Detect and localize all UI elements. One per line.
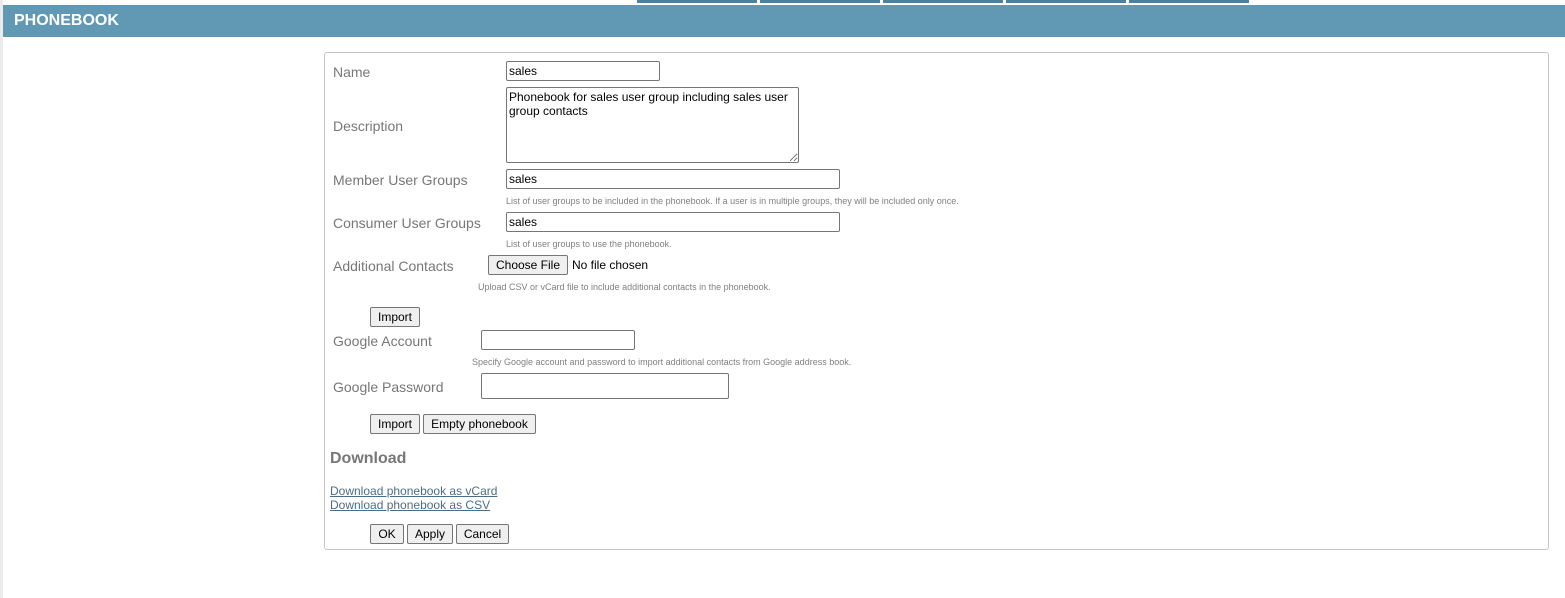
empty-phonebook-button[interactable]: Empty phonebook xyxy=(423,414,536,434)
import-file-button[interactable]: Import xyxy=(370,307,420,327)
top-tab-4[interactable] xyxy=(1006,0,1126,3)
name-label: Name xyxy=(333,64,371,80)
google-password-input[interactable] xyxy=(481,373,729,399)
consumer-user-groups-hint: List of user groups to use the phonebook… xyxy=(506,239,672,249)
choose-file-button[interactable]: Choose File xyxy=(488,255,568,275)
member-user-groups-hint: List of user groups to be included in th… xyxy=(506,196,959,206)
phonebook-form-panel: Name Description Phonebook for sales use… xyxy=(324,52,1549,550)
google-password-label: Google Password xyxy=(333,379,444,395)
google-account-label: Google Account xyxy=(333,333,432,349)
description-label: Description xyxy=(333,118,404,134)
member-user-groups-input[interactable] xyxy=(506,169,840,189)
download-section-title: Download xyxy=(330,450,407,467)
top-tab-2[interactable] xyxy=(760,0,880,3)
top-tab-3[interactable] xyxy=(883,0,1003,3)
file-status-text: No file chosen xyxy=(572,258,649,272)
download-csv-link[interactable]: Download phonebook as CSV xyxy=(330,498,490,512)
additional-contacts-hint: Upload CSV or vCard file to include addi… xyxy=(478,282,771,292)
left-edge-strip xyxy=(0,0,3,598)
cancel-button[interactable]: Cancel xyxy=(456,524,509,544)
import-google-button[interactable]: Import xyxy=(370,414,420,434)
google-account-hint: Specify Google account and password to i… xyxy=(472,357,852,367)
name-input[interactable] xyxy=(506,61,660,81)
apply-button[interactable]: Apply xyxy=(407,524,453,544)
description-textarea[interactable]: Phonebook for sales user group including… xyxy=(506,87,799,163)
top-tab-strip xyxy=(637,0,1249,3)
page-header: PHONEBOOK xyxy=(3,5,1565,37)
member-user-groups-label: Member User Groups xyxy=(333,172,468,188)
consumer-user-groups-label: Consumer User Groups xyxy=(333,215,481,231)
additional-contacts-label: Additional Contacts xyxy=(333,258,454,274)
download-vcard-link[interactable]: Download phonebook as vCard xyxy=(330,484,497,498)
google-account-input[interactable] xyxy=(481,330,635,350)
top-tab-5[interactable] xyxy=(1129,0,1249,3)
ok-button[interactable]: OK xyxy=(370,524,404,544)
page-title: PHONEBOOK xyxy=(14,12,119,29)
top-tab-1[interactable] xyxy=(637,0,757,3)
consumer-user-groups-input[interactable] xyxy=(506,212,840,232)
